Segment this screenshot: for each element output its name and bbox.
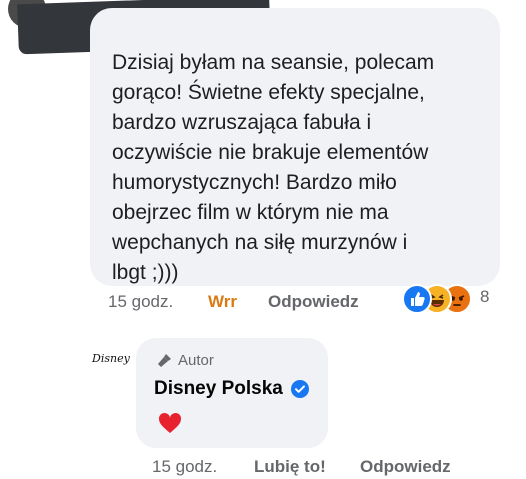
comment-timestamp[interactable]: 15 godz.: [108, 292, 173, 312]
svg-text:Disney: Disney: [91, 352, 130, 365]
microphone-icon: [158, 353, 171, 367]
reaction-button[interactable]: Wrr: [208, 292, 237, 312]
like-icon: [402, 284, 432, 314]
author-badge: Autor: [156, 352, 214, 369]
reply-reply-button[interactable]: Odpowiedz: [360, 457, 451, 477]
reply-bubble: Autor Disney Polska: [136, 338, 328, 448]
reply-button[interactable]: Odpowiedz: [268, 292, 359, 312]
author-badge-label: Autor: [178, 352, 214, 369]
red-heart-icon: [158, 412, 182, 433]
reaction-count: 8: [480, 287, 490, 306]
reply-author[interactable]: Disney Polska: [154, 378, 309, 400]
comment-bubble: Dzisiaj byłam na seansie, polecam gorąco…: [90, 8, 500, 286]
verified-badge-icon: [290, 380, 309, 398]
reply-author-name[interactable]: Disney Polska: [154, 378, 283, 400]
reply-timestamp[interactable]: 15 godz.: [152, 457, 217, 477]
comment-text: Dzisiaj byłam na seansie, polecam gorąco…: [112, 51, 435, 284]
like-button[interactable]: Lubię to!: [254, 457, 326, 477]
disney-logo[interactable]: Disney: [90, 347, 130, 369]
